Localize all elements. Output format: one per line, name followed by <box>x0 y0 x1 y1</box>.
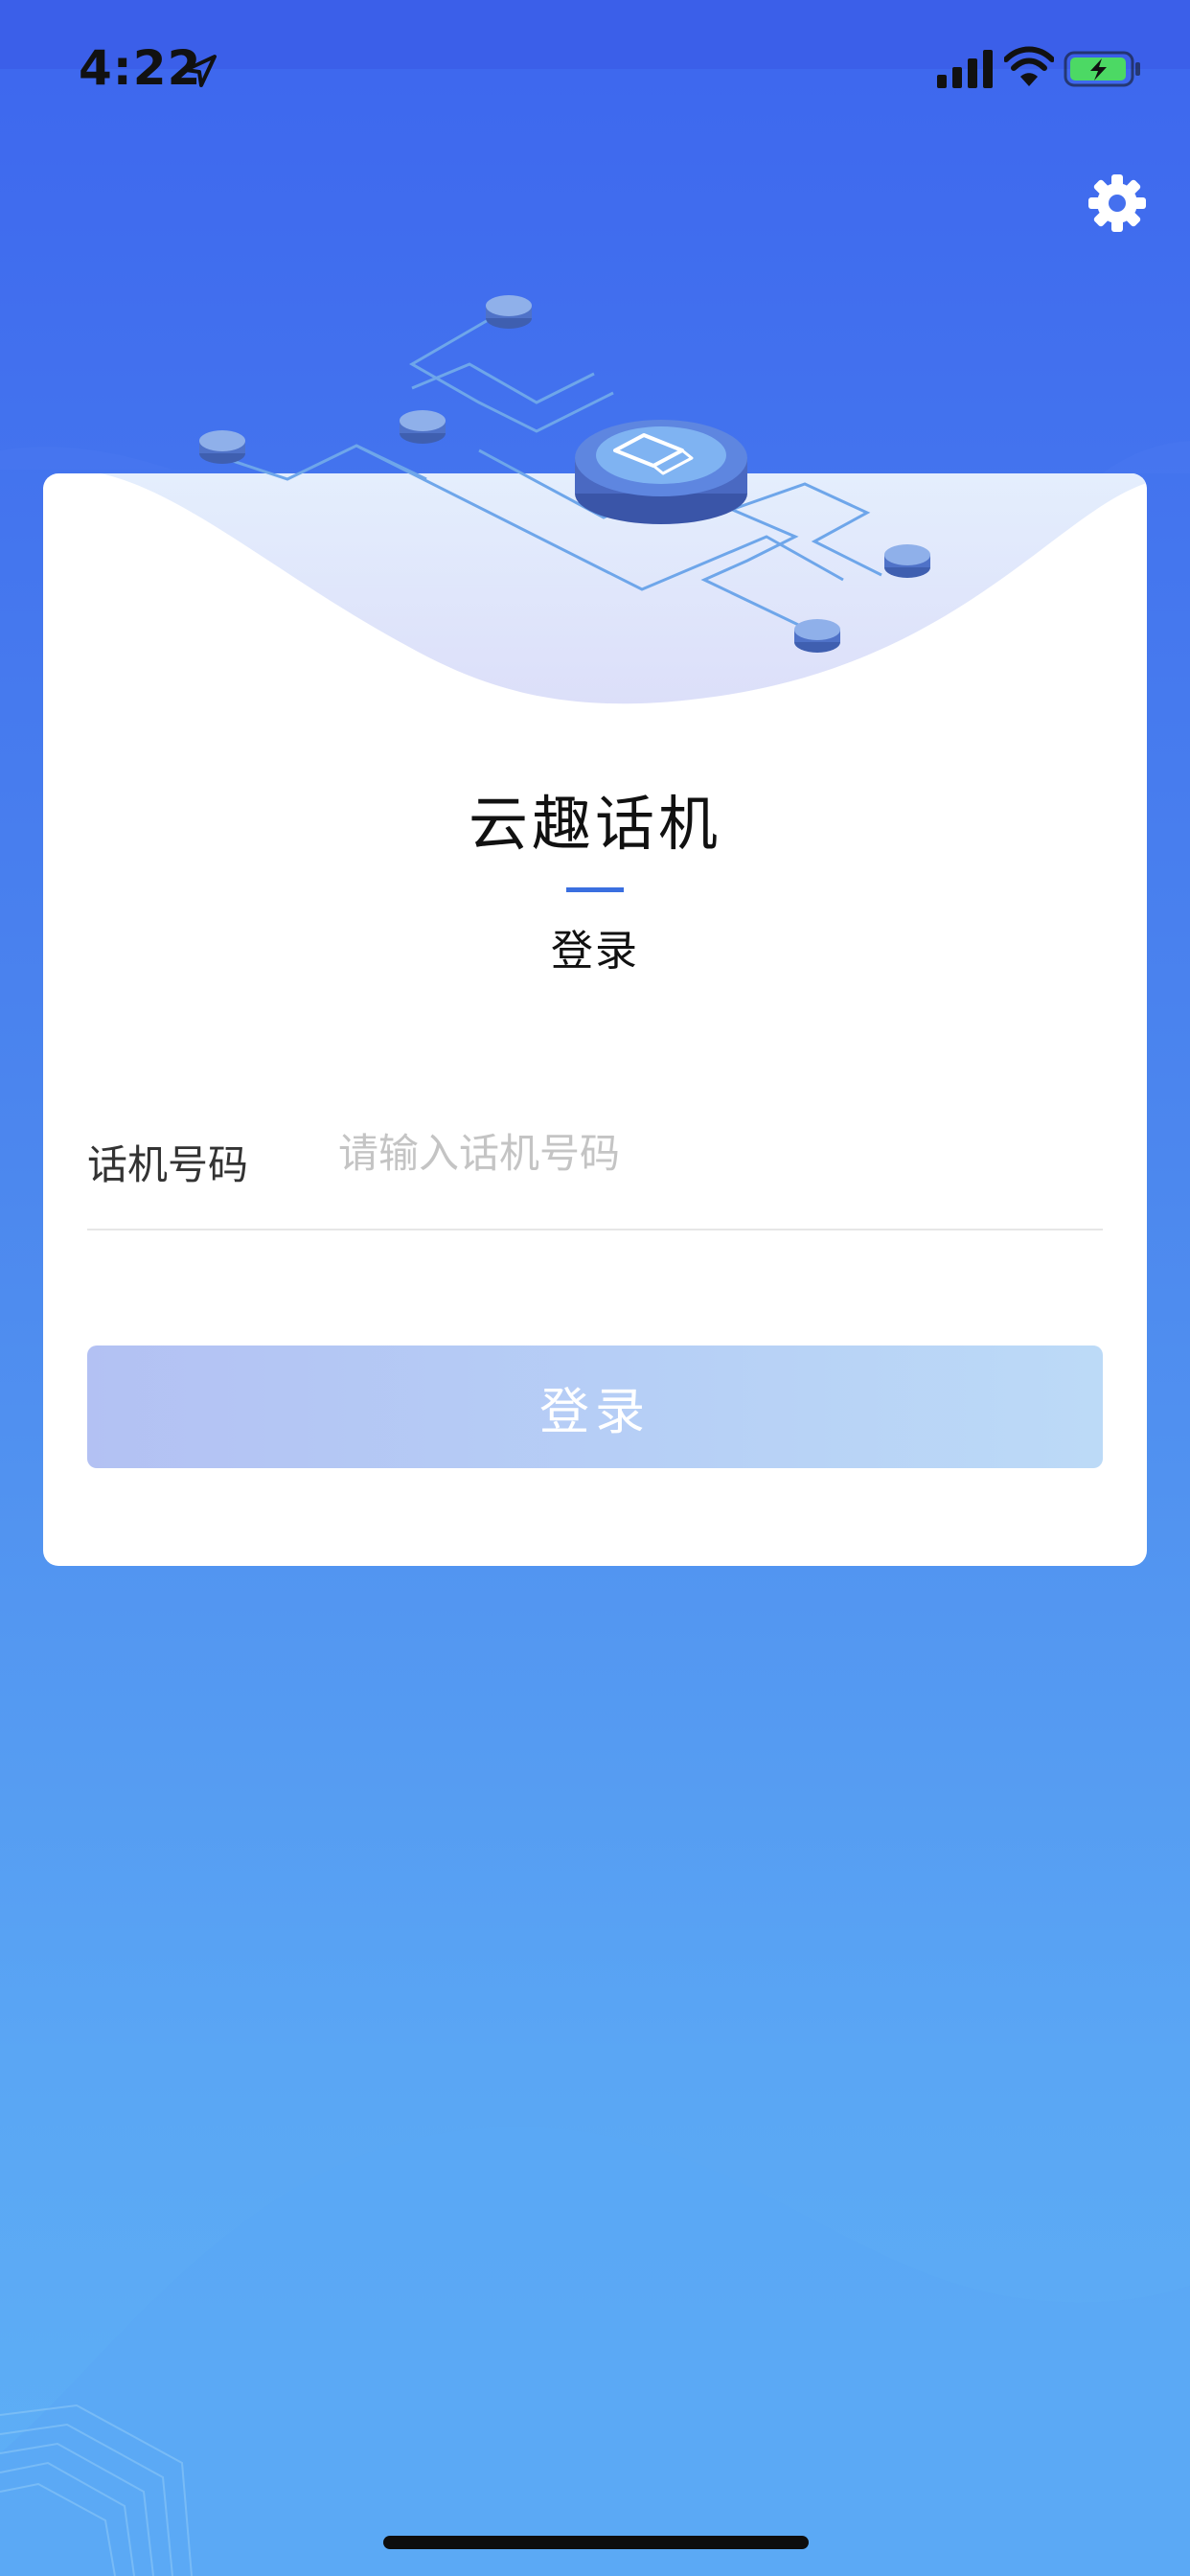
network-illustration <box>199 295 930 653</box>
login-subtitle: 登录 <box>551 927 639 976</box>
status-bar: 4:22 <box>0 0 1190 144</box>
wifi-icon <box>1004 46 1054 86</box>
battery-charging-icon <box>1064 51 1140 87</box>
login-button[interactable]: 登录 <box>87 1346 1103 1468</box>
network-node-small-2 <box>400 410 446 444</box>
central-hub-node <box>575 420 747 524</box>
network-node-small-5 <box>794 619 840 653</box>
phone-number-label: 话机号码 <box>87 1141 249 1188</box>
title-underline <box>566 887 624 892</box>
hexagon-decoration <box>0 2404 193 2576</box>
settings-gear-icon[interactable] <box>1087 172 1148 234</box>
phone-number-input[interactable] <box>338 1119 1086 1186</box>
network-node-small-3 <box>486 295 532 329</box>
cellular-signal-icon <box>937 50 993 88</box>
network-node-small-1 <box>199 430 245 464</box>
location-arrow-icon <box>184 55 217 87</box>
phone-number-field-row: 话机号码 <box>87 1106 1103 1230</box>
home-indicator[interactable] <box>383 2536 809 2549</box>
network-node-small-4 <box>884 544 930 578</box>
app-title: 云趣话机 <box>468 789 721 859</box>
